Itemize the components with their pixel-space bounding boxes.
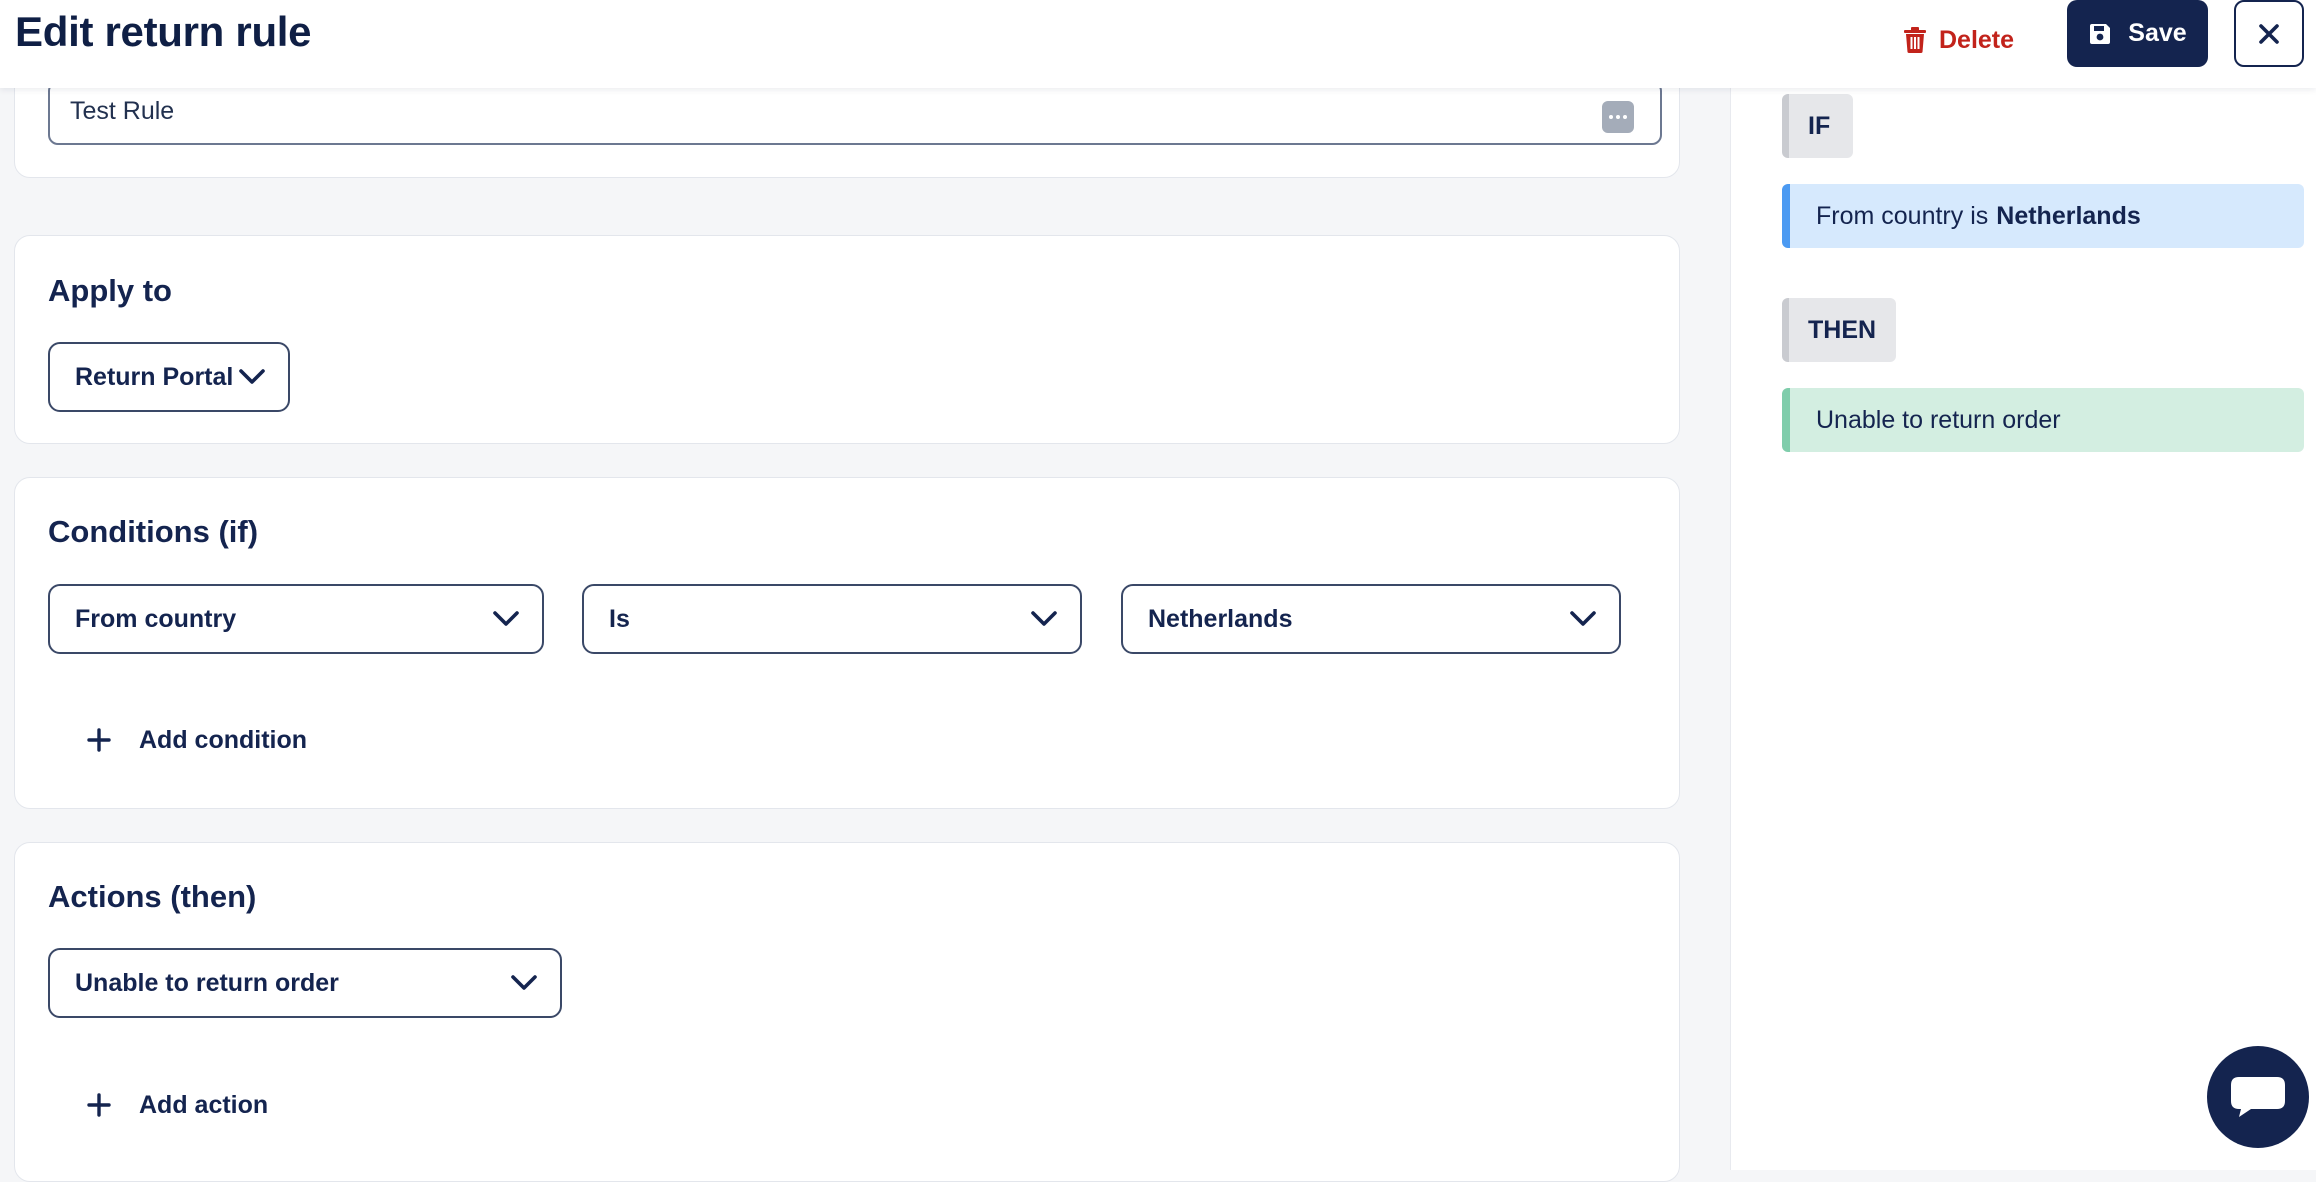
add-condition-button[interactable]: Add condition	[87, 720, 307, 760]
action-selected: Unable to return order	[75, 968, 339, 997]
actions-heading: Actions (then)	[48, 879, 257, 914]
apply-to-card: Apply to Return Portal	[14, 235, 1680, 444]
chevron-down-icon	[1031, 611, 1057, 626]
chat-bubble-icon	[2231, 1077, 2285, 1117]
delete-label: Delete	[1939, 25, 2015, 54]
apply-to-selected: Return Portal	[75, 362, 234, 391]
rule-name-value: Test Rule	[70, 97, 175, 125]
chevron-down-icon	[511, 975, 537, 990]
then-tag: THEN	[1782, 298, 1896, 362]
save-button[interactable]: Save	[2067, 0, 2208, 67]
condition-operator-select[interactable]: Is	[582, 584, 1082, 654]
floppy-disk-icon	[2090, 23, 2111, 44]
actions-card: Actions (then) Unable to return order Ad…	[14, 842, 1680, 1182]
condition-value-selected: Netherlands	[1148, 604, 1293, 633]
then-action-summary: Unable to return order	[1782, 388, 2304, 452]
chevron-down-icon	[1570, 611, 1596, 626]
close-icon	[2259, 23, 2279, 44]
plus-icon	[87, 728, 111, 752]
add-condition-label: Add condition	[139, 725, 308, 754]
if-condition-text: From country is	[1816, 201, 1989, 230]
page-title: Edit return rule	[15, 8, 312, 55]
add-action-label: Add action	[139, 1090, 269, 1119]
delete-button[interactable]: Delete	[1903, 14, 2014, 66]
chevron-down-icon	[239, 369, 265, 384]
chat-button[interactable]	[2207, 1046, 2309, 1148]
apply-to-select[interactable]: Return Portal	[48, 342, 290, 412]
rule-name-input[interactable]: Test Rule	[48, 81, 1662, 145]
trash-icon	[1904, 27, 1926, 53]
close-button[interactable]	[2234, 0, 2304, 67]
conditions-heading: Conditions (if)	[48, 514, 259, 549]
plus-icon	[87, 1093, 111, 1117]
apply-to-heading: Apply to	[48, 273, 172, 308]
condition-operator-selected: Is	[609, 604, 630, 633]
condition-field-selected: From country	[75, 604, 237, 633]
more-dots-icon[interactable]	[1602, 101, 1634, 133]
chevron-down-icon	[493, 611, 519, 626]
if-condition-value: Netherlands	[1996, 201, 2141, 230]
then-action-text: Unable to return order	[1816, 405, 2061, 434]
add-action-button[interactable]: Add action	[87, 1085, 268, 1125]
rule-summary-panel: IF From country is Netherlands THEN Unab…	[1730, 0, 2316, 1170]
condition-value-select[interactable]: Netherlands	[1121, 584, 1621, 654]
rule-editor-main: Test Rule Apply to Return Portal Conditi…	[0, 0, 1730, 1182]
if-tag: IF	[1782, 94, 1853, 158]
page-header: Edit return rule Delete Save	[0, 0, 2316, 88]
conditions-card: Conditions (if) From country Is Netherla…	[14, 477, 1680, 809]
action-select[interactable]: Unable to return order	[48, 948, 562, 1018]
if-condition-summary: From country is Netherlands	[1782, 184, 2304, 248]
save-label: Save	[2128, 19, 2187, 47]
condition-field-select[interactable]: From country	[48, 584, 544, 654]
